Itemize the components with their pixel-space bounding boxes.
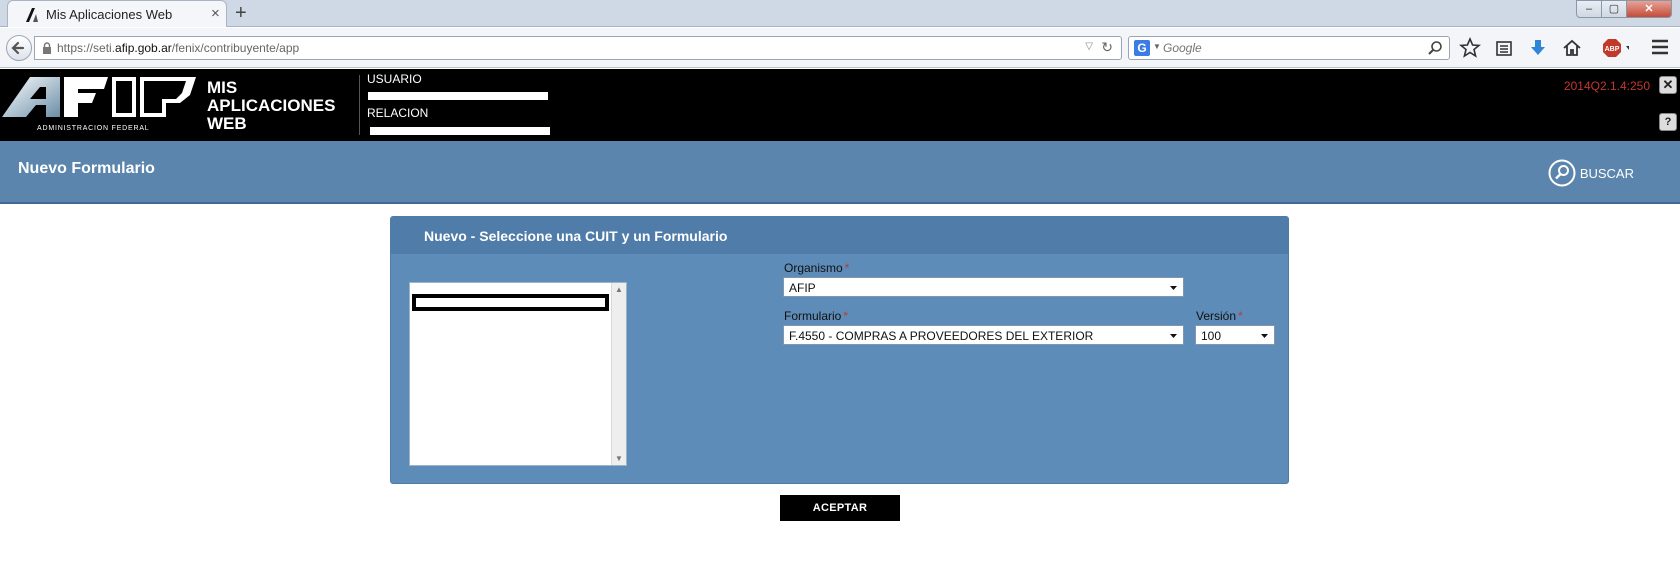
reload-icon[interactable]: ↻	[1101, 39, 1113, 56]
organismo-label-text: Organismo	[784, 261, 843, 275]
minimize-button[interactable]: ‒	[1576, 0, 1602, 18]
search-input[interactable]	[1163, 39, 1413, 57]
url-path: /fenix/contribuyente/app	[171, 41, 300, 55]
required-mark: *	[844, 261, 850, 275]
search-bar[interactable]: G ▼	[1128, 36, 1450, 60]
download-icon[interactable]	[1527, 37, 1549, 59]
cuit-list-scrollbar[interactable]: ▲ ▼	[611, 283, 626, 465]
browser-tabstrip: Mis Aplicaciones Web × + ‒ ▢ ✕	[0, 0, 1680, 27]
back-arrow-icon	[11, 41, 25, 55]
version-select[interactable]: 100	[1195, 325, 1275, 345]
page-title: Nuevo Formulario	[18, 160, 155, 177]
organismo-label: Organismo *	[784, 261, 849, 275]
version-label-text: Versión	[1196, 309, 1237, 323]
new-tab-button[interactable]: +	[235, 2, 247, 25]
app-title: MIS APLICACIONES WEB	[207, 79, 357, 133]
panel-header: Nuevo - Seleccione una CUIT y un Formula…	[391, 217, 1288, 254]
buscar-label: BUSCAR	[1579, 165, 1634, 181]
new-form-panel: Nuevo - Seleccione una CUIT y un Formula…	[390, 216, 1289, 484]
usuario-redacted-bar	[368, 92, 548, 100]
adblock-icon[interactable]: ABP	[1595, 37, 1629, 59]
url-bar[interactable]: https://seti.afip.gob.ar/fenix/contribuy…	[34, 36, 1122, 60]
bookmarks-list-icon[interactable]	[1493, 37, 1515, 59]
buscar-button[interactable]: BUSCAR	[1548, 159, 1634, 187]
cuit-listbox[interactable]: ▲ ▼	[409, 282, 627, 466]
usuario-label: USUARIO	[367, 72, 422, 86]
bookmark-star-icon[interactable]	[1459, 37, 1481, 59]
search-icon[interactable]	[1427, 40, 1443, 56]
magnifier-icon	[1548, 159, 1576, 187]
chevron-down-icon	[1170, 334, 1177, 338]
home-icon[interactable]	[1561, 37, 1583, 59]
maximize-button[interactable]: ▢	[1601, 0, 1627, 18]
scroll-down-icon[interactable]: ▼	[615, 454, 623, 463]
logout-close-button[interactable]: ✕	[1659, 76, 1677, 94]
cuit-list-item-redacted[interactable]	[412, 294, 609, 311]
required-mark: *	[843, 309, 849, 323]
aceptar-button[interactable]: ACEPTAR	[780, 495, 900, 521]
url-domain: afip.gob.ar	[115, 41, 172, 55]
relacion-redacted-bar	[370, 127, 550, 135]
browser-navbar: https://seti.afip.gob.ar/fenix/contribuy…	[0, 28, 1680, 68]
toolbar-icons: ABP	[1459, 37, 1641, 59]
afip-header: ADMINISTRACION FEDERAL MIS APLICACIONES …	[0, 69, 1680, 141]
window-controls: ‒ ▢ ✕	[1576, 0, 1672, 18]
google-engine-icon[interactable]: G	[1134, 40, 1150, 56]
scroll-up-icon[interactable]: ▲	[615, 285, 623, 294]
header-divider	[359, 75, 360, 135]
logo-subtext: ADMINISTRACION FEDERAL	[37, 125, 150, 132]
afip-logo: ADMINISTRACION FEDERAL	[2, 77, 196, 132]
engine-dropdown-icon[interactable]: ▼	[1153, 42, 1161, 51]
version-text: 2014Q2.1.4:250	[1563, 79, 1650, 93]
formulario-value: F.4550 - COMPRAS A PROVEEDORES DEL EXTER…	[789, 329, 1094, 343]
app-title-line1: MIS	[207, 78, 238, 97]
hamburger-menu-icon[interactable]	[1650, 38, 1670, 56]
organismo-value: AFIP	[789, 281, 816, 295]
afip-favicon-icon	[26, 8, 38, 22]
relacion-label: RELACION	[367, 106, 429, 120]
lock-icon	[43, 42, 51, 54]
organismo-select[interactable]: AFIP	[783, 277, 1184, 297]
version-value: 100	[1201, 329, 1222, 343]
chevron-down-icon	[1261, 334, 1268, 338]
back-button[interactable]	[6, 35, 32, 61]
url-dropdown-icon[interactable]: ▽	[1085, 41, 1093, 52]
app-title-line3: WEB	[207, 114, 247, 133]
panel-title: Nuevo - Seleccione una CUIT y un Formula…	[424, 228, 728, 244]
app-title-line2: APLICACIONES	[207, 96, 336, 115]
tab-close-icon[interactable]: ×	[211, 5, 220, 22]
formulario-select[interactable]: F.4550 - COMPRAS A PROVEEDORES DEL EXTER…	[783, 325, 1184, 345]
browser-tab[interactable]: Mis Aplicaciones Web ×	[7, 0, 227, 27]
formulario-label: Formulario *	[784, 309, 848, 323]
url-text: https://seti.afip.gob.ar/fenix/contribuy…	[57, 41, 299, 55]
svg-text:ABP: ABP	[1605, 46, 1620, 53]
url-prefix: https://seti.	[57, 41, 116, 55]
version-label: Versión *	[1196, 309, 1243, 323]
tab-title: Mis Aplicaciones Web	[46, 7, 173, 22]
page-titlebar: Nuevo Formulario BUSCAR	[0, 141, 1680, 204]
chevron-down-icon	[1170, 286, 1177, 290]
window-close-button[interactable]: ✕	[1626, 0, 1672, 18]
required-mark: *	[1238, 309, 1243, 323]
help-button[interactable]: ?	[1659, 113, 1677, 131]
formulario-label-text: Formulario	[784, 309, 842, 323]
